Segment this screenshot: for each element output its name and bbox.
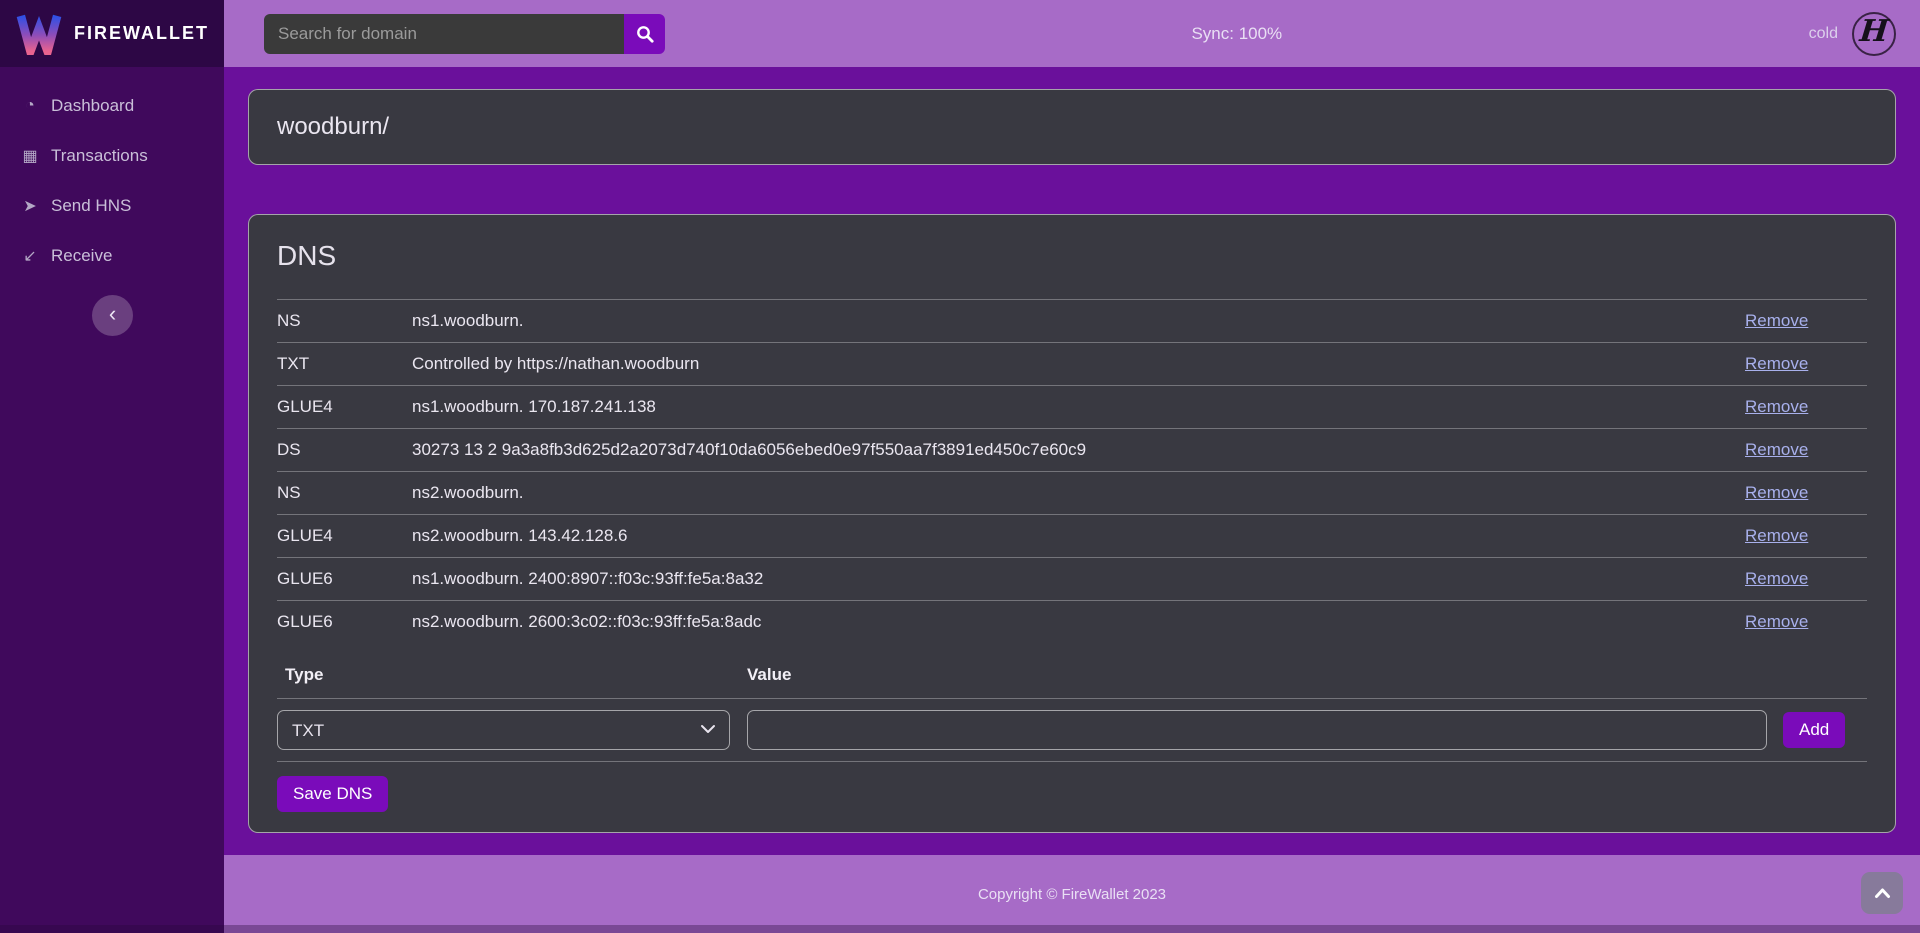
handshake-icon[interactable]: H [1852,12,1896,56]
remove-record-link[interactable]: Remove [1745,612,1808,631]
dns-card: DNS NS ns1.woodburn. Remove TXT Controll… [248,214,1896,833]
dns-record-value: ns1.woodburn. [404,300,1737,343]
dns-record-row: DS 30273 13 2 9a3a8fb3d625d2a2073d740f10… [277,429,1867,472]
remove-record-link[interactable]: Remove [1745,569,1808,588]
dns-record-type: NS [277,472,404,515]
sidebar-item-dashboard[interactable]: ◔ Dashboard [0,81,224,131]
dashboard-gauge-icon: ◔ [20,97,40,115]
dns-record-type: GLUE6 [277,601,404,644]
transactions-table-icon: ▦ [20,146,40,166]
sidebar-nav: ◔ Dashboard ▦ Transactions ➤ Send HNS ↙ … [0,67,224,295]
dns-record-value: ns1.woodburn. 170.187.241.138 [404,386,1737,429]
value-column-header: Value [739,643,1775,699]
send-icon: ➤ [20,196,40,216]
dns-records-table: NS ns1.woodburn. Remove TXT Controlled b… [277,299,1867,643]
dns-record-type: TXT [277,343,404,386]
dns-record-type: GLUE6 [277,558,404,601]
dns-record-value: ns1.woodburn. 2400:8907::f03c:93ff:fe5a:… [404,558,1737,601]
domain-card: woodburn/ [248,89,1896,165]
sidebar-item-label: Dashboard [51,96,134,116]
domain-search [264,14,665,54]
dns-record-value: ns2.woodburn. [404,472,1737,515]
record-type-select[interactable]: TXT [277,710,730,750]
sidebar-item-label: Send HNS [51,196,131,216]
search-input[interactable] [264,14,624,54]
sidebar-item-send-hns[interactable]: ➤ Send HNS [0,181,224,231]
sidebar-collapse-button[interactable]: ‹ [92,295,133,336]
copyright-text: Copyright © FireWallet 2023 [978,886,1166,903]
footer: Copyright © FireWallet 2023 [224,855,1920,933]
dns-card-title: DNS [277,240,1867,272]
remove-record-link[interactable]: Remove [1745,311,1808,330]
type-column-header: Type [277,643,739,699]
sidebar: FIREWALLET ◔ Dashboard ▦ Transactions ➤ … [0,0,224,933]
topbar: Sync: 100% cold H [224,0,1920,67]
chevron-left-icon: ‹ [109,303,116,325]
wallet-mode-badge: cold [1809,25,1838,43]
search-button[interactable] [624,14,665,54]
dns-record-row: TXT Controlled by https://nathan.woodbur… [277,343,1867,386]
dns-record-row: NS ns2.woodburn. Remove [277,472,1867,515]
sidebar-item-receive[interactable]: ↙ Receive [0,231,224,281]
form-controls-row: TXT Add [277,699,1867,762]
save-dns-button[interactable]: Save DNS [277,776,388,812]
sidebar-item-transactions[interactable]: ▦ Transactions [0,131,224,181]
dns-record-row: GLUE4 ns2.woodburn. 143.42.128.6 Remove [277,515,1867,558]
dns-record-row: GLUE6 ns1.woodburn. 2400:8907::f03c:93ff… [277,558,1867,601]
search-icon [636,25,654,43]
record-value-input[interactable] [747,710,1767,750]
main-content: woodburn/ DNS NS ns1.woodburn. Remove TX… [224,67,1920,855]
sync-status: Sync: 100% [665,24,1809,44]
remove-record-link[interactable]: Remove [1745,526,1808,545]
receive-arrow-icon: ↙ [20,246,40,266]
sidebar-item-label: Receive [51,246,112,266]
dns-record-row: NS ns1.woodburn. Remove [277,300,1867,343]
dns-add-record-form: Type Value TXT [277,643,1867,762]
sidebar-item-label: Transactions [51,146,148,166]
remove-record-link[interactable]: Remove [1745,354,1808,373]
firewallet-w-logo-icon [16,13,62,55]
brand-name: FIREWALLET [74,23,209,44]
dns-record-value: ns2.woodburn. 143.42.128.6 [404,515,1737,558]
dns-record-type: GLUE4 [277,386,404,429]
add-record-button[interactable]: Add [1783,712,1845,748]
brand[interactable]: FIREWALLET [0,0,224,67]
chevron-up-icon [1874,887,1891,899]
record-type-select-wrap: TXT [277,710,730,750]
remove-record-link[interactable]: Remove [1745,397,1808,416]
dns-record-type: GLUE4 [277,515,404,558]
remove-record-link[interactable]: Remove [1745,483,1808,502]
remove-record-link[interactable]: Remove [1745,440,1808,459]
dns-record-value: ns2.woodburn. 2600:3c02::f03c:93ff:fe5a:… [404,601,1737,644]
scroll-to-top-button[interactable] [1861,872,1903,914]
dns-record-value: Controlled by https://nathan.woodburn [404,343,1737,386]
form-header-row: Type Value [277,643,1867,699]
dns-record-row: GLUE4 ns1.woodburn. 170.187.241.138 Remo… [277,386,1867,429]
dns-record-row: GLUE6 ns2.woodburn. 2600:3c02::f03c:93ff… [277,601,1867,644]
dns-record-value: 30273 13 2 9a3a8fb3d625d2a2073d740f10da6… [404,429,1737,472]
dns-record-type: DS [277,429,404,472]
dns-record-type: NS [277,300,404,343]
domain-title: woodburn/ [277,113,1867,141]
